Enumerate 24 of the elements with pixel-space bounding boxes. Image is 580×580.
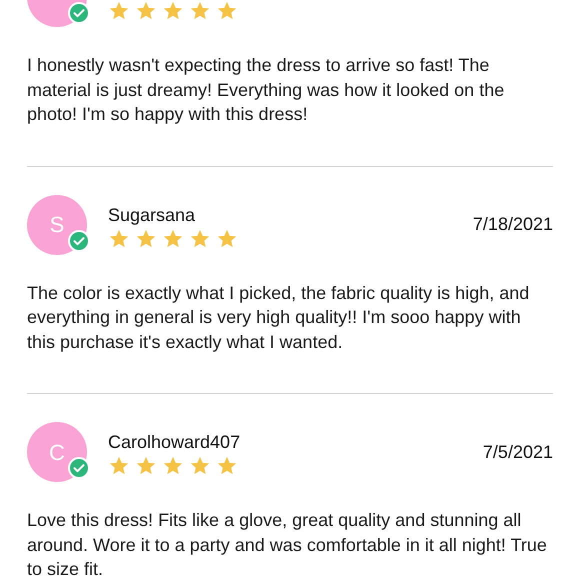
star-icon xyxy=(216,0,238,22)
review-date: 7/5/2021 xyxy=(482,440,553,464)
star-icon xyxy=(135,455,157,477)
star-icon xyxy=(189,455,211,477)
star-icon xyxy=(216,228,238,250)
star-icon xyxy=(108,0,130,22)
avatar: S xyxy=(27,194,87,254)
star-icon xyxy=(189,0,211,22)
star-icon xyxy=(162,228,184,250)
star-icon xyxy=(108,228,130,250)
review-text: I honestly wasn't expecting the dress to arrive so fast! The material is just dreamy! Everything was how it looked on the photo! I'm so happy with this dress! xyxy=(27,54,506,126)
reviewer-name: Sugarsana xyxy=(108,204,196,226)
star-icon xyxy=(135,0,157,22)
star-icon xyxy=(189,228,211,250)
star-icon xyxy=(108,455,130,477)
review-text: Love this dress! Fits like a glove, great quality and stunning all around. Wore it to a party and was comfortable in it all night! True to size fit. xyxy=(27,509,548,580)
star-icon xyxy=(162,455,184,477)
star-icon xyxy=(162,0,184,22)
star-icon xyxy=(216,455,238,477)
review-text: The color is exactly what I picked, the fabric quality is high, and everything in general is very high quality!! I'm sooo happy with this purchase it's exactly what I wanted. xyxy=(27,282,530,354)
avatar: C xyxy=(27,422,87,482)
star-icon xyxy=(135,228,157,250)
review-date: 7/18/2021 xyxy=(472,213,553,236)
reviewer-name: Carolhoward407 xyxy=(108,431,240,453)
